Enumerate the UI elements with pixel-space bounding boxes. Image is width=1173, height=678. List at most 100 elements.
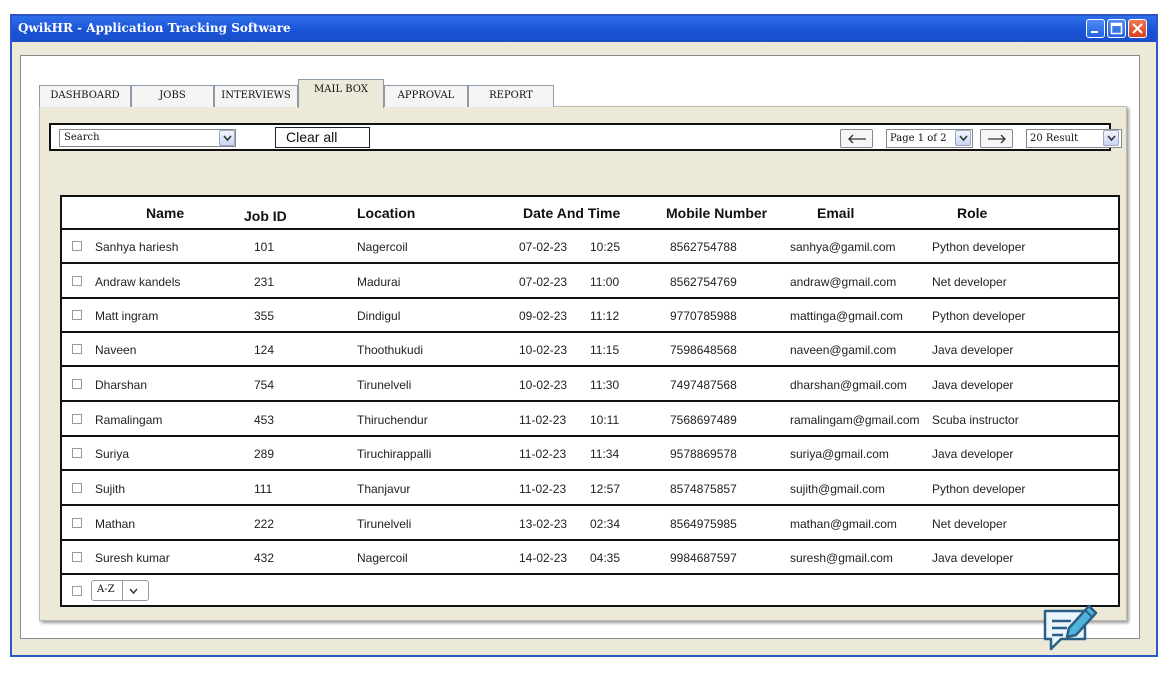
minimize-button[interactable] <box>1086 19 1105 38</box>
cell-time: 04:35 <box>590 551 621 565</box>
cell-time: 10:11 <box>590 413 620 427</box>
results-select-button[interactable] <box>1103 130 1119 146</box>
sort-divider <box>122 581 123 600</box>
row-checkbox[interactable] <box>72 276 82 286</box>
cell-time: 12:57 <box>590 482 621 496</box>
candidates-table: Name Job ID Location Date And Time Mobil… <box>60 195 1120 607</box>
results-select[interactable]: 20 Result <box>1026 129 1122 148</box>
title-bar: QwikHR - Application Tracking Software <box>12 16 1156 42</box>
chevron-down-icon <box>1107 135 1116 142</box>
app-window: QwikHR - Application Tracking Software D… <box>10 14 1158 657</box>
cell-name: Mathan <box>95 517 136 531</box>
cell-name: Sanhya hariesh <box>95 240 179 254</box>
chevron-down-icon <box>223 135 232 142</box>
table-row[interactable]: Sanhya hariesh 101 Nagercoil 07-02-23 10:25 8… <box>62 229 1118 264</box>
table-row[interactable]: Andraw kandels 231 Madurai 07-02-23 11:00 856… <box>62 264 1118 299</box>
close-button[interactable] <box>1128 19 1147 38</box>
cell-name: Suresh kumar <box>95 551 170 565</box>
cell-mobile: 9984687597 <box>670 551 737 565</box>
chevron-down-icon <box>129 588 138 595</box>
row-checkbox[interactable] <box>72 310 82 320</box>
row-checkbox[interactable] <box>72 518 82 528</box>
clear-all-button[interactable]: Clear all <box>275 127 370 148</box>
table-row[interactable]: Naveen 124 Thoothukudi 10-02-23 11:15 7598648… <box>62 332 1118 367</box>
cell-time: 11:34 <box>590 447 620 461</box>
column-header-name[interactable]: Name <box>146 205 184 221</box>
edit-message-icon[interactable] <box>1041 597 1101 657</box>
page-select-value: Page 1 of 2 <box>890 133 947 144</box>
column-header-role[interactable]: Role <box>957 205 987 221</box>
cell-job-id: 355 <box>254 309 275 323</box>
cell-location: Tirunelveli <box>357 517 412 531</box>
cell-time: 11:15 <box>590 343 620 357</box>
cell-location: Tirunelveli <box>357 378 412 392</box>
minimize-icon <box>1091 31 1098 33</box>
column-header-mobile[interactable]: Mobile Number <box>666 205 767 221</box>
cell-name: Sujith <box>95 482 126 496</box>
sort-dropdown[interactable]: A-Z <box>91 580 149 601</box>
cell-location: Thanjavur <box>357 482 411 496</box>
page-select-button[interactable] <box>955 130 971 146</box>
row-checkbox[interactable] <box>72 448 82 458</box>
tab-dashboard[interactable]: DASHBOARD <box>39 85 131 107</box>
cell-location: Thoothukudi <box>357 343 424 357</box>
cell-email: suresh@gmail.com <box>790 551 893 565</box>
cell-name: Suriya <box>95 447 130 461</box>
maximize-button[interactable] <box>1107 19 1126 38</box>
cell-job-id: 222 <box>254 517 275 531</box>
search-dropdown[interactable]: Search <box>59 129 236 147</box>
tab-jobs[interactable]: JOBS <box>131 85 214 107</box>
cell-date: 09-02-23 <box>519 309 568 323</box>
table-row[interactable]: Suriya 289 Tiruchirappalli 11-02-23 11:34 957… <box>62 436 1118 471</box>
cell-mobile: 7598648568 <box>670 343 737 357</box>
filter-bar: Search Clear all Page 1 of 2 20 Result <box>49 123 1122 151</box>
page-select[interactable]: Page 1 of 2 <box>886 129 973 148</box>
row-checkbox[interactable] <box>72 241 82 251</box>
prev-page-button[interactable] <box>840 129 873 148</box>
cell-name: Ramalingam <box>95 413 163 427</box>
sort-dropdown-value: A-Z <box>97 584 115 595</box>
column-header-email[interactable]: Email <box>817 205 854 221</box>
cell-mobile: 7568697489 <box>670 413 737 427</box>
tab-report[interactable]: REPORT <box>468 85 554 107</box>
main-content: DASHBOARD JOBS INTERVIEWS MAIL BOX APPRO… <box>20 55 1140 651</box>
row-checkbox[interactable] <box>72 344 82 354</box>
next-page-button[interactable] <box>980 129 1013 148</box>
chevron-down-icon <box>959 135 968 142</box>
column-header-job-id[interactable]: Job ID <box>244 208 287 224</box>
cell-date: 11-02-23 <box>519 482 567 496</box>
cell-role: Net developer <box>932 517 1007 531</box>
table-row[interactable]: Ramalingam 453 Thiruchendur 11-02-23 10:11 75… <box>62 402 1118 437</box>
cell-date: 14-02-23 <box>519 551 568 565</box>
table-row[interactable]: Dharshan 754 Tirunelveli 10-02-23 11:30 74974… <box>62 367 1118 402</box>
column-header-date-time[interactable]: Date And Time <box>523 205 620 221</box>
cell-role: Java developer <box>932 343 1014 357</box>
tab-interviews[interactable]: INTERVIEWS <box>214 85 298 107</box>
tab-mail-box[interactable]: MAIL BOX <box>298 79 384 108</box>
cell-role: Java developer <box>932 447 1014 461</box>
cell-role: Java developer <box>932 378 1014 392</box>
cell-email: suriya@gmail.com <box>790 447 889 461</box>
cell-email: sanhya@gamil.com <box>790 240 896 254</box>
cell-mobile: 9770785988 <box>670 309 737 323</box>
search-dropdown-button[interactable] <box>219 130 235 146</box>
table-row[interactable]: Mathan 222 Tirunelveli 13-02-23 02:34 8564975… <box>62 506 1118 541</box>
table-row[interactable]: Sujith 111 Thanjavur 11-02-23 12:57 857487585… <box>62 471 1118 506</box>
cell-job-id: 124 <box>254 343 275 357</box>
column-header-location[interactable]: Location <box>357 205 415 221</box>
row-checkbox[interactable] <box>72 414 82 424</box>
tab-approval[interactable]: APPROVAL <box>384 85 468 107</box>
close-icon <box>1132 23 1143 34</box>
cell-time: 02:34 <box>590 517 621 531</box>
table-row[interactable]: Matt ingram 355 Dindigul 09-02-23 11:12 97707… <box>62 298 1118 333</box>
cell-name: Matt ingram <box>95 309 159 323</box>
cell-date: 10-02-23 <box>519 343 568 357</box>
cell-role: Scuba instructor <box>932 413 1019 427</box>
cell-name: Naveen <box>95 343 137 357</box>
cell-location: Madurai <box>357 275 401 289</box>
row-checkbox[interactable] <box>72 379 82 389</box>
row-checkbox[interactable] <box>72 483 82 493</box>
row-checkbox[interactable] <box>72 552 82 562</box>
select-all-checkbox[interactable] <box>72 586 82 596</box>
table-row[interactable]: Suresh kumar 432 Nagercoil 14-02-23 04:35 998… <box>62 540 1118 575</box>
